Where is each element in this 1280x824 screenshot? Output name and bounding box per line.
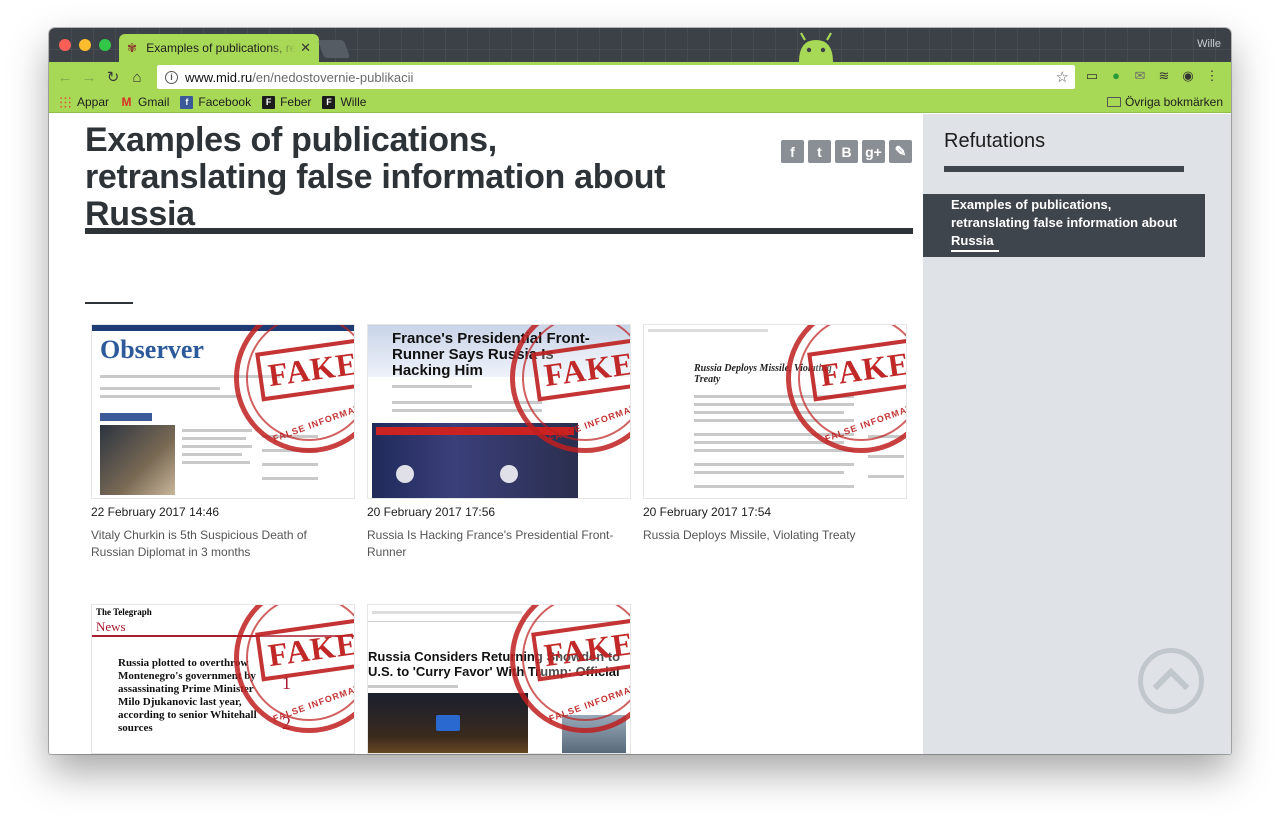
other-bookmarks-label: Övriga bokmärken: [1124, 95, 1223, 109]
android-theme-icon: [799, 32, 833, 62]
eye-icon[interactable]: ◉: [1180, 68, 1196, 84]
tab-close-icon[interactable]: ✕: [300, 40, 311, 56]
mail-icon[interactable]: ✉: [1132, 68, 1148, 84]
bookmark-label: Wille: [340, 95, 367, 109]
sidebar-divider: [944, 166, 1184, 172]
menu-dots-icon[interactable]: ⋮: [1204, 68, 1220, 84]
publication-card[interactable]: Observer FAKE FALSE INFORMATION 22 Febru…: [91, 324, 355, 561]
active-item-underline: [951, 250, 999, 252]
tab-title: Examples of publications, retranslating: [146, 41, 297, 55]
extension-green-icon[interactable]: ●: [1108, 68, 1124, 84]
section-divider: [85, 302, 133, 304]
publication-date: 20 February 2017 17:54: [643, 505, 772, 519]
bookmark-star-icon[interactable]: ☆: [1056, 68, 1069, 86]
back-arrow-icon[interactable]: ←: [53, 65, 77, 89]
home-icon[interactable]: ⌂: [125, 65, 149, 89]
bookmark-label: Facebook: [198, 95, 252, 109]
url-path: /en/nedostovernie-publikacii: [252, 69, 414, 85]
sidebar-title: Refutations: [944, 130, 1046, 152]
vk-share-icon[interactable]: B: [835, 140, 858, 163]
title-divider: [85, 228, 913, 234]
main-column: Examples of publications, retranslating …: [49, 114, 923, 754]
layers-icon[interactable]: ≋: [1156, 68, 1172, 84]
fake-stamp: FAKE FALSE INFORMATION: [510, 325, 630, 453]
fake-stamp: FAKE FALSE INFORMATION: [234, 605, 354, 733]
publication-card[interactable]: France's Presidential Front-Runner Says …: [367, 324, 631, 561]
publication-thumbnail[interactable]: Observer FAKE FALSE INFORMATION: [91, 324, 355, 499]
bookmark-label: Gmail: [138, 95, 170, 109]
page-title: Examples of publications, retranslating …: [85, 121, 666, 233]
browser-toolbar: ← → ↻ ⌂ i www.mid.ru /en/nedostovernie-p…: [49, 62, 1231, 92]
chevron-up-icon: [1152, 667, 1190, 705]
forward-arrow-icon[interactable]: →: [77, 65, 101, 89]
bookmarks-bar: Appar M Gmail f Facebook F Feber F Wille…: [49, 92, 1231, 113]
share-buttons: f t B g+ ✎: [781, 140, 912, 163]
feber-icon: F: [322, 95, 336, 109]
reload-icon[interactable]: ↻: [101, 65, 125, 89]
apps-icon: [59, 95, 72, 109]
google-plus-share-icon[interactable]: g+: [862, 140, 885, 163]
facebook-icon: f: [180, 95, 194, 109]
bookmark-feber[interactable]: F Feber: [262, 95, 311, 109]
publication-thumbnail[interactable]: The Telegraph News Russia plotted to ove…: [91, 604, 355, 754]
twitter-share-icon[interactable]: t: [808, 140, 831, 163]
minimize-window-button[interactable]: [79, 39, 91, 51]
address-bar[interactable]: i www.mid.ru /en/nedostovernie-publikaci…: [157, 65, 1075, 89]
bookmark-label: Feber: [280, 95, 312, 109]
publication-card[interactable]: Russia Deploys Missile, Violating Treaty: [643, 324, 907, 544]
active-tab[interactable]: ✾ Examples of publications, retranslatin…: [119, 34, 319, 62]
scroll-to-top-button[interactable]: [1138, 648, 1204, 714]
sidebar: Refutations Examples of publications, re…: [923, 114, 1231, 754]
publication-thumbnail[interactable]: France's Presidential Front-Runner Says …: [367, 324, 631, 499]
sidebar-item-examples[interactable]: Examples of publications, retranslating …: [923, 194, 1205, 257]
bookmark-wille[interactable]: F Wille: [322, 95, 366, 109]
info-icon[interactable]: i: [165, 70, 178, 84]
fake-stamp: FAKE FALSE INFORMATION: [786, 325, 906, 453]
url-host: www.mid.ru: [185, 69, 253, 85]
other-bookmarks[interactable]: Övriga bokmärken: [1106, 95, 1223, 109]
title-bar: ✾ Examples of publications, retranslatin…: [49, 28, 1231, 62]
maximize-window-button[interactable]: [99, 39, 111, 51]
sidebar-item-label: Examples of publications, retranslating …: [951, 197, 1178, 248]
publication-thumbnail[interactable]: Russia Deploys Missile, Violating Treaty: [643, 324, 907, 499]
feber-icon: F: [262, 95, 276, 109]
facebook-share-icon[interactable]: f: [781, 140, 804, 163]
publication-card[interactable]: The Telegraph News Russia plotted to ove…: [91, 604, 355, 754]
mid-favicon-icon: ✾: [127, 41, 138, 55]
fake-stamp: FAKE FALSE INFORMATION: [510, 605, 630, 733]
page-content: Examples of publications, retranslating …: [49, 114, 1231, 754]
gmail-icon: M: [121, 94, 132, 109]
publication-title[interactable]: Russia Deploys Missile, Violating Treaty: [643, 527, 905, 544]
fake-stamp: FAKE FALSE INFORMATION: [234, 325, 354, 453]
publication-title[interactable]: Vitaly Churkin is 5th Suspicious Death o…: [91, 527, 353, 561]
bookmark-apps[interactable]: Appar: [59, 95, 109, 109]
folder-icon: [1106, 97, 1121, 107]
bookmark-facebook[interactable]: f Facebook: [180, 95, 251, 109]
publication-date: 22 February 2017 14:46: [91, 505, 220, 519]
close-window-button[interactable]: [59, 39, 71, 51]
bookmark-label: Appar: [77, 95, 110, 109]
publication-card[interactable]: Russia Considers Returning Snowden to U.…: [367, 604, 631, 754]
profile-name[interactable]: Wille: [1197, 38, 1221, 50]
bookmark-gmail[interactable]: M Gmail: [120, 94, 170, 109]
thumb-masthead: Observer: [100, 335, 204, 364]
cast-icon[interactable]: ▭: [1084, 68, 1100, 84]
browser-window: ✾ Examples of publications, retranslatin…: [49, 28, 1231, 754]
publication-date: 20 February 2017 17:56: [367, 505, 496, 519]
publication-thumbnail[interactable]: Russia Considers Returning Snowden to U.…: [367, 604, 631, 754]
publication-title[interactable]: Russia Is Hacking France's Presidential …: [367, 527, 629, 561]
livejournal-share-icon[interactable]: ✎: [889, 140, 912, 163]
new-tab-button[interactable]: [317, 40, 351, 58]
